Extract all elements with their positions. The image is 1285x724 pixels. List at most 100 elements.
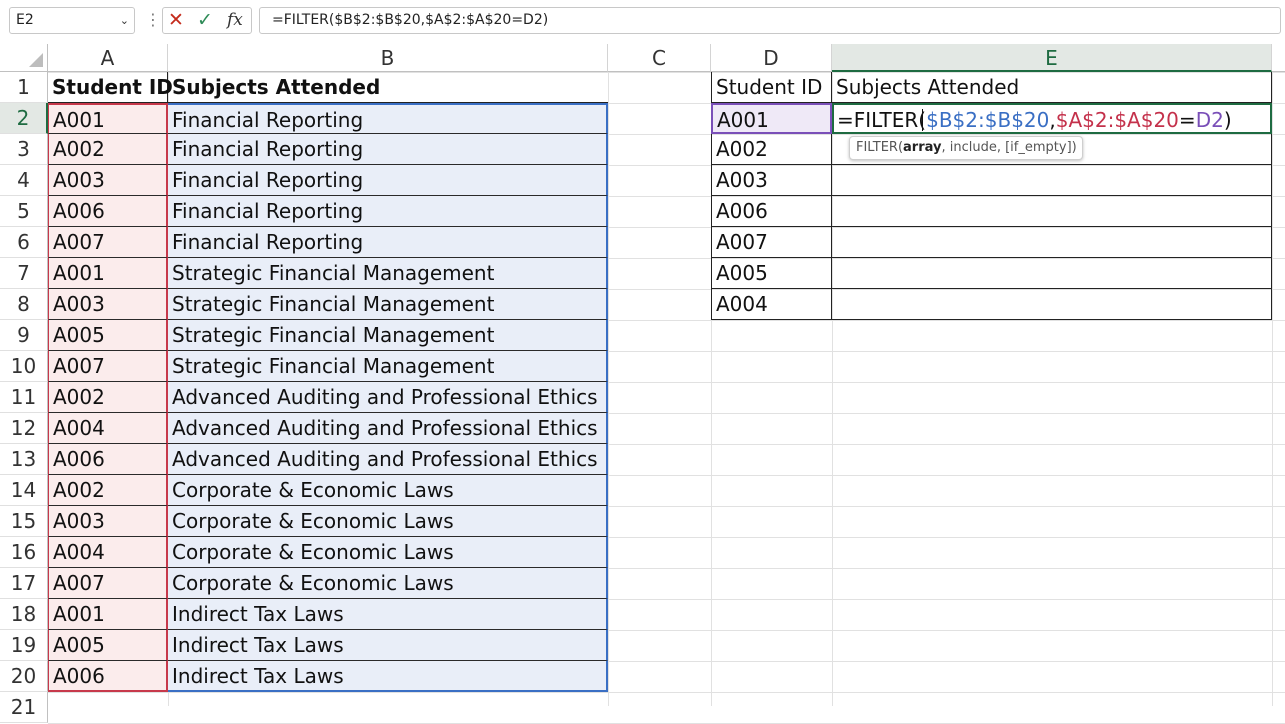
column-header-b[interactable]: B [168,44,608,72]
formula-suffix: ) [1223,108,1232,132]
cancel-icon[interactable]: ✕ [168,8,184,33]
formula-eq: = [1178,108,1196,132]
cell-b2[interactable]: Financial Reporting [168,103,608,134]
cell-b17[interactable]: Corporate & Economic Laws [168,568,608,599]
cell-b7[interactable]: Strategic Financial Management [168,258,608,289]
cell-d5[interactable]: A006 [711,196,832,227]
cell-b5[interactable]: Financial Reporting [168,196,608,227]
row-header-11[interactable]: 11 [0,382,48,413]
column-header-e[interactable]: E [832,44,1272,72]
cell-b19[interactable]: Indirect Tax Laws [168,630,608,661]
cell-e1[interactable]: Subjects Attended [832,72,1272,103]
cell-a1[interactable]: Student ID [48,72,173,103]
cell-b16[interactable]: Corporate & Economic Laws [168,537,608,568]
tooltip-fn: FILTER( [856,140,904,155]
cell-b11[interactable]: Advanced Auditing and Professional Ethic… [168,382,608,413]
row-header-18[interactable]: 18 [0,599,48,630]
name-box-value: E2 [16,12,34,28]
column-header-a[interactable]: A [48,44,168,72]
row-header-21[interactable]: 21 [0,692,48,723]
cell-d1[interactable]: Student ID [711,72,832,103]
cell-a9[interactable]: A005 [48,320,168,351]
column-header-c[interactable]: C [608,44,711,72]
cell-a11[interactable]: A002 [48,382,168,413]
cell-b3[interactable]: Financial Reporting [168,134,608,165]
cell-e2-editing[interactable]: =FILTER($B$2:$B$20,$A$2:$A$20=D2) [832,103,1272,134]
cell-b4[interactable]: Financial Reporting [168,165,608,196]
formula-prefix: =FILTER( [837,108,927,132]
cell-a6[interactable]: A007 [48,227,168,258]
cell-b14[interactable]: Corporate & Economic Laws [168,475,608,506]
cell-d4[interactable]: A003 [711,165,832,196]
row-header-9[interactable]: 9 [0,320,48,351]
cell-a17[interactable]: A007 [48,568,168,599]
cell-b9[interactable]: Strategic Financial Management [168,320,608,351]
cell-a13[interactable]: A006 [48,444,168,475]
insert-function-icon[interactable]: fx [227,8,243,33]
row-header-16[interactable]: 16 [0,537,48,568]
cell-d3[interactable]: A002 [711,134,832,165]
cell-d7[interactable]: A005 [711,258,832,289]
row-header-19[interactable]: 19 [0,630,48,661]
row-header-6[interactable]: 6 [0,227,48,258]
cell-d6[interactable]: A007 [711,227,832,258]
cell-b1[interactable]: Subjects Attended [168,72,608,103]
cell-a7[interactable]: A001 [48,258,168,289]
row-header-17[interactable]: 17 [0,568,48,599]
cell-b18[interactable]: Indirect Tax Laws [168,599,608,630]
column-header-f[interactable] [1272,44,1285,72]
formula-input[interactable]: =FILTER($B$2:$B$20,$A$2:$A$20=D2) [259,7,1281,34]
cell-b20[interactable]: Indirect Tax Laws [168,661,608,692]
row-header-10[interactable]: 10 [0,351,48,382]
row-header-13[interactable]: 13 [0,444,48,475]
cell-a12[interactable]: A004 [48,413,168,444]
cell-a8[interactable]: A003 [48,289,168,320]
row-header-2[interactable]: 2 [0,103,48,134]
cell-b8[interactable]: Strategic Financial Management [168,289,608,320]
cell-a4[interactable]: A003 [48,165,168,196]
cell-e5[interactable] [832,196,1272,227]
select-all-triangle-icon [29,53,43,67]
enter-check-icon[interactable]: ✓ [197,8,213,33]
more-options-icon[interactable]: ⋮ [145,10,161,30]
row-header-14[interactable]: 14 [0,475,48,506]
cell-a14[interactable]: A002 [48,475,168,506]
select-all-corner[interactable] [0,44,48,72]
cell-e4[interactable] [832,165,1272,196]
cell-e8[interactable] [832,289,1272,320]
row-header-1[interactable]: 1 [0,72,48,103]
cell-a15[interactable]: A003 [48,506,168,537]
column-header-d[interactable]: D [711,44,832,72]
cell-e6[interactable] [832,227,1272,258]
cell-b13[interactable]: Advanced Auditing and Professional Ethic… [168,444,608,475]
function-tooltip: FILTER(array, include, [if_empty]) [849,136,1083,160]
cell-b15[interactable]: Corporate & Economic Laws [168,506,608,537]
cell-b6[interactable]: Financial Reporting [168,227,608,258]
name-box[interactable]: E2 ⌄ [9,7,135,34]
row-header-7[interactable]: 7 [0,258,48,289]
cell-a3[interactable]: A002 [48,134,168,165]
row-header-12[interactable]: 12 [0,413,48,444]
cell-a18[interactable]: A001 [48,599,168,630]
row-header-8[interactable]: 8 [0,289,48,320]
formula-arg-d2: D2 [1195,108,1224,132]
gridline-h [48,692,1285,693]
formula-bar: E2 ⌄ ⋮ ✕ ✓ fx =FILTER($B$2:$B$20,$A$2:$A… [0,0,1285,44]
cell-a20[interactable]: A006 [48,661,168,692]
row-header-3[interactable]: 3 [0,134,48,165]
cell-b12[interactable]: Advanced Auditing and Professional Ethic… [168,413,608,444]
cell-a2[interactable]: A001 [48,103,168,134]
cell-a5[interactable]: A006 [48,196,168,227]
chevron-down-icon[interactable]: ⌄ [120,8,129,33]
row-header-5[interactable]: 5 [0,196,48,227]
cell-a16[interactable]: A004 [48,537,168,568]
row-header-20[interactable]: 20 [0,661,48,692]
cell-e7[interactable] [832,258,1272,289]
row-header-4[interactable]: 4 [0,165,48,196]
row-header-15[interactable]: 15 [0,506,48,537]
cell-d2[interactable]: A001 [711,103,832,134]
cell-a10[interactable]: A007 [48,351,168,382]
cell-a19[interactable]: A005 [48,630,168,661]
cell-d8[interactable]: A004 [711,289,832,320]
cell-b10[interactable]: Strategic Financial Management [168,351,608,382]
